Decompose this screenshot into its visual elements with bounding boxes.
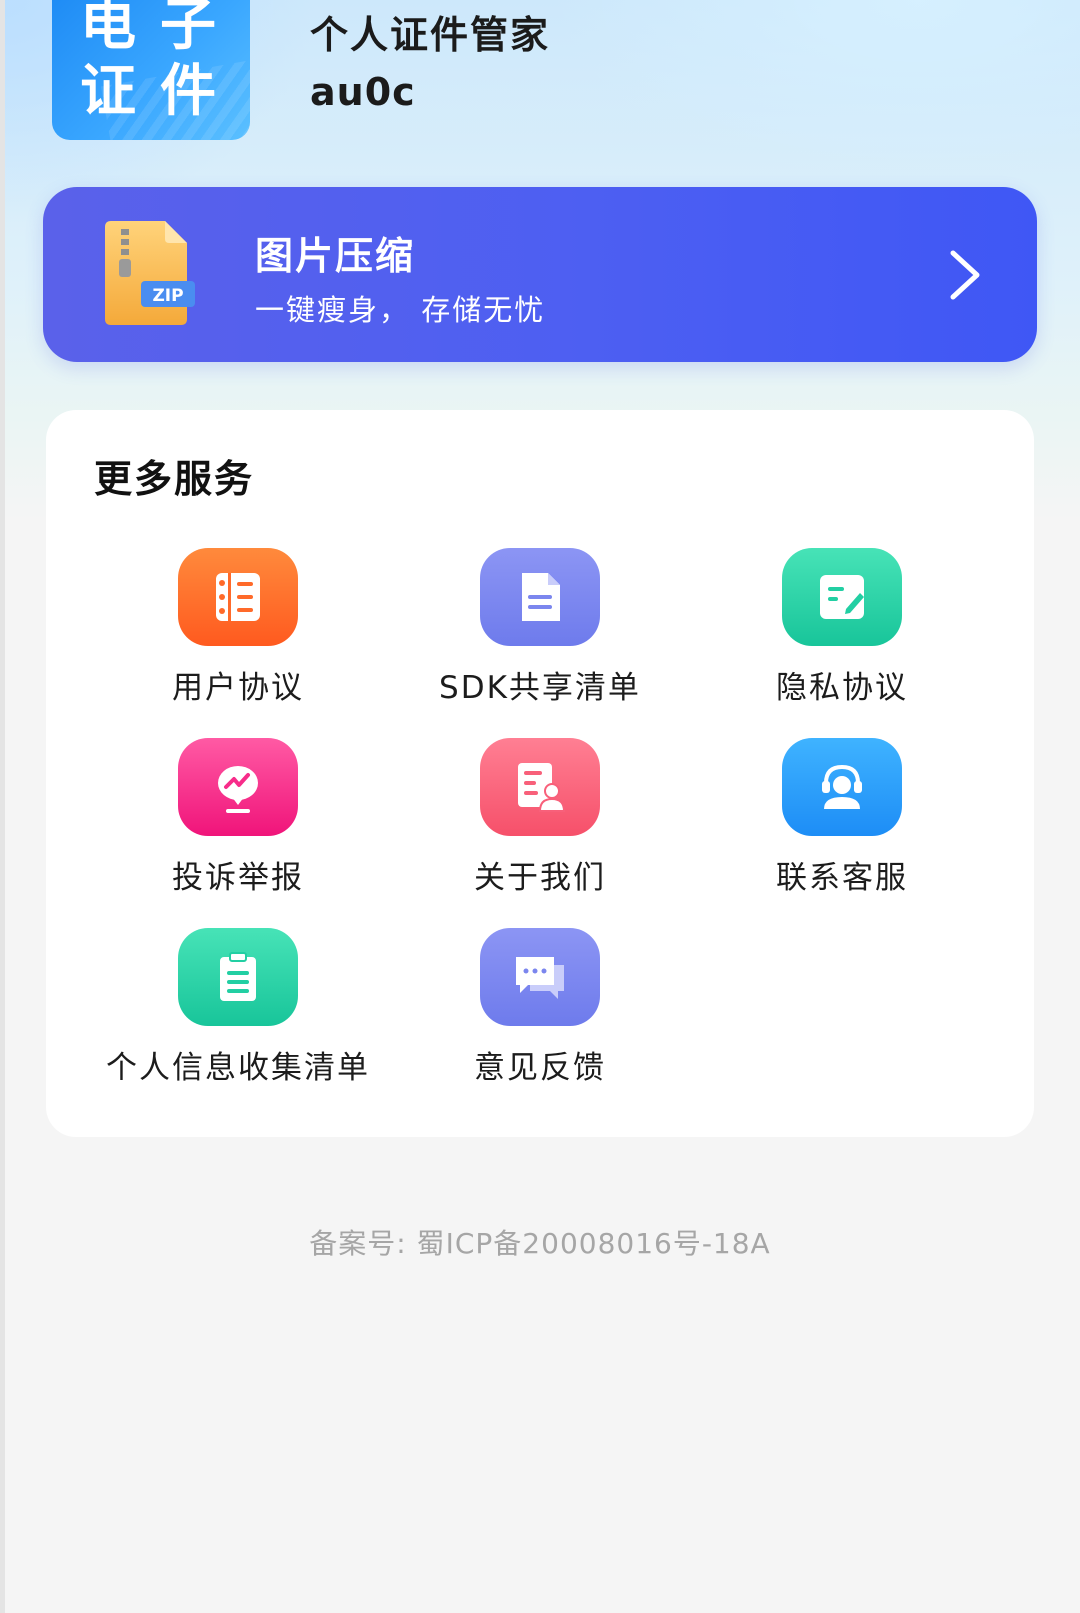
icp-record-text: 备案号: 蜀ICP备20008016号-18A — [309, 1227, 771, 1260]
service-contact-support[interactable]: 联系客服 — [687, 738, 997, 908]
clipboard-icon — [178, 928, 298, 1026]
feedback-chat-icon — [480, 928, 600, 1026]
zip-label: ZIP — [152, 286, 183, 306]
user-name: au0c — [310, 70, 416, 114]
service-privacy-agreement[interactable]: 隐私协议 — [687, 548, 997, 718]
about-us-icon — [480, 738, 600, 836]
banner-title: 图片压缩 — [255, 234, 416, 278]
more-services-card: 更多服务 用户协议 SDK共享清单 隐私协议 投诉举报 关于我们 联系客服 个人… — [46, 410, 1034, 1137]
zip-file-icon: ZIP — [105, 221, 195, 325]
app-title: 个人证件管家 — [310, 13, 551, 57]
service-label: 隐私协议 — [776, 670, 908, 706]
chevron-right-icon — [950, 250, 980, 300]
service-label: 联系客服 — [776, 860, 908, 896]
customer-service-icon — [782, 738, 902, 836]
services-title: 更多服务 — [94, 457, 255, 501]
user-agreement-icon — [178, 548, 298, 646]
logo-text-line1: 电子 — [80, 0, 240, 58]
image-compress-banner[interactable]: ZIP 图片压缩 一键瘦身， 存储无忧 — [43, 187, 1037, 362]
left-edge-strip — [0, 0, 5, 1613]
service-feedback[interactable]: 意见反馈 — [385, 928, 695, 1098]
banner-subtitle: 一键瘦身， 存储无忧 — [255, 293, 546, 327]
privacy-edit-icon — [782, 548, 902, 646]
logo-text-line2: 证件 — [80, 59, 240, 124]
document-list-icon — [480, 548, 600, 646]
service-label: 意见反馈 — [474, 1050, 606, 1086]
complaint-chat-icon — [178, 738, 298, 836]
app-logo: 电子 证件 — [52, 0, 250, 140]
